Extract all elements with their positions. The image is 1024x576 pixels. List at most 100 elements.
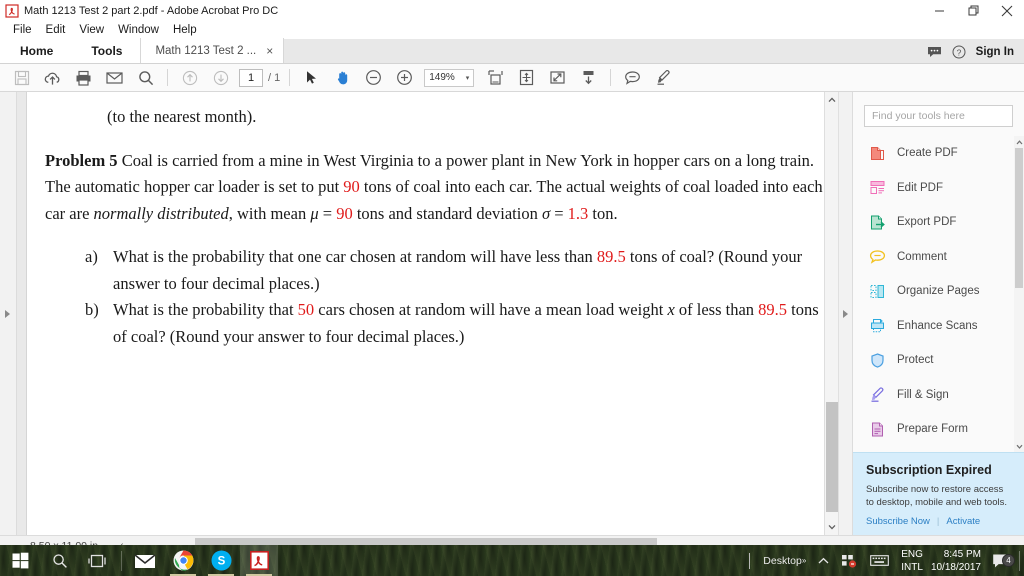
google-chrome-icon[interactable] bbox=[164, 545, 202, 576]
tools-scroll-up-icon[interactable] bbox=[1014, 136, 1024, 148]
fit-page-width-icon[interactable] bbox=[480, 65, 511, 91]
menu-view[interactable]: View bbox=[72, 21, 111, 39]
tools-search-field[interactable] bbox=[864, 105, 1013, 127]
menu-help[interactable]: Help bbox=[166, 21, 204, 39]
restore-button[interactable] bbox=[956, 0, 990, 21]
system-tray: Desktop » ENG INTL 8:45 PM 10/18/2017 4 bbox=[742, 545, 1024, 576]
clock-datetime[interactable]: 8:45 PM 10/18/2017 bbox=[931, 548, 981, 574]
tool-item-protect[interactable]: Protect bbox=[853, 343, 1024, 378]
zoom-out-icon[interactable] bbox=[358, 65, 389, 91]
desktop-peek-button[interactable]: Desktop » bbox=[757, 555, 812, 567]
scroll-up-arrow-icon[interactable] bbox=[825, 93, 839, 107]
print-icon[interactable] bbox=[68, 65, 99, 91]
menu-window[interactable]: Window bbox=[111, 21, 166, 39]
full-screen-icon[interactable] bbox=[542, 65, 573, 91]
close-button[interactable] bbox=[990, 0, 1024, 21]
page-number-input[interactable]: 1 bbox=[239, 68, 263, 87]
action-center-icon[interactable]: 4 bbox=[987, 553, 1017, 569]
tool-label: Fill & Sign bbox=[897, 388, 949, 401]
tab-home[interactable]: Home bbox=[0, 38, 74, 63]
arrow-down-circle-icon[interactable] bbox=[205, 65, 236, 91]
tools-scroll-down-icon[interactable] bbox=[1014, 440, 1024, 452]
menu-file[interactable]: File bbox=[6, 21, 39, 39]
tool-label: Prepare Form bbox=[897, 423, 968, 436]
tool-item-organize-pages[interactable]: Organize Pages bbox=[853, 274, 1024, 309]
tool-item-comment[interactable]: Comment bbox=[853, 240, 1024, 275]
navigation-pane-rail[interactable] bbox=[0, 92, 17, 535]
show-desktop-strip[interactable] bbox=[1019, 550, 1020, 571]
scrollbar-thumb[interactable] bbox=[826, 402, 838, 512]
window-title: Math 1213 Test 2 part 2.pdf - Adobe Acro… bbox=[24, 4, 279, 17]
zoom-level-select[interactable]: 149% ▾ bbox=[424, 68, 475, 87]
tools-search-input[interactable] bbox=[872, 110, 1005, 122]
tool-label: Organize Pages bbox=[897, 285, 980, 298]
clock-and-language[interactable]: ENG INTL 8:45 PM 10/18/2017 bbox=[895, 548, 987, 574]
protect-icon bbox=[869, 352, 886, 369]
pan-and-zoom-icon[interactable] bbox=[511, 65, 542, 91]
question-a-text: What is the probability that one car cho… bbox=[113, 244, 824, 297]
document-scrollbar[interactable] bbox=[824, 92, 838, 535]
tools-panel-scrollbar[interactable] bbox=[1014, 136, 1024, 452]
expand-tools-arrow-icon[interactable] bbox=[843, 309, 848, 318]
qb-text-before: What is the probability that bbox=[113, 300, 298, 319]
document-viewport[interactable]: (to the nearest month). Problem 5 Coal i… bbox=[17, 92, 824, 535]
activate-link[interactable]: Activate bbox=[946, 516, 980, 527]
qb-variable-x: x bbox=[667, 300, 675, 319]
email-icon[interactable] bbox=[99, 65, 130, 91]
tool-item-prepare-form[interactable]: Prepare Form bbox=[853, 412, 1024, 447]
tools-scrollbar-thumb[interactable] bbox=[1015, 148, 1023, 288]
question-a-label: a) bbox=[85, 247, 98, 266]
minimize-button[interactable] bbox=[922, 0, 956, 21]
save-icon[interactable] bbox=[6, 65, 37, 91]
tool-item-edit-pdf[interactable]: Edit PDF bbox=[853, 171, 1024, 206]
tool-item-fill-sign[interactable]: Fill & Sign bbox=[853, 378, 1024, 413]
help-circle-icon[interactable]: ? bbox=[952, 45, 966, 59]
cursor-arrow-icon[interactable] bbox=[296, 65, 327, 91]
windows-taskbar: S Desktop » ENG INTL 8:45 PM 10/18/2017 … bbox=[0, 545, 1024, 576]
acrobat-window: Math 1213 Test 2 part 2.pdf - Adobe Acro… bbox=[0, 0, 1024, 576]
comment-bubble-icon[interactable] bbox=[617, 65, 648, 91]
question-list: a) What is the probability that one car … bbox=[45, 244, 824, 350]
language-indicator[interactable]: ENG INTL bbox=[901, 548, 923, 574]
mail-icon[interactable] bbox=[126, 545, 164, 576]
task-view-icon[interactable] bbox=[79, 545, 117, 576]
highlighter-pen-icon[interactable] bbox=[648, 65, 679, 91]
show-hidden-icons-icon[interactable] bbox=[812, 557, 835, 565]
window-controls bbox=[922, 0, 1024, 21]
tool-item-create-pdf[interactable]: Create PDF bbox=[853, 136, 1024, 171]
windows-start-icon[interactable] bbox=[0, 545, 41, 576]
tab-document[interactable]: Math 1213 Test 2 ... × bbox=[140, 38, 285, 63]
fill-sign-icon bbox=[869, 386, 886, 403]
tool-item-export-pdf[interactable]: Export PDF bbox=[853, 205, 1024, 240]
feedback-chat-icon[interactable] bbox=[927, 46, 942, 58]
taskbar-search-icon[interactable] bbox=[41, 545, 79, 576]
skype-icon[interactable]: S bbox=[202, 545, 240, 576]
scroll-down-arrow-icon[interactable] bbox=[825, 520, 839, 534]
cloud-upload-icon[interactable] bbox=[37, 65, 68, 91]
adobe-acrobat-icon[interactable] bbox=[240, 545, 278, 576]
tool-item-enhance-scans[interactable]: Enhance Scans bbox=[853, 309, 1024, 344]
zoom-in-icon[interactable] bbox=[389, 65, 420, 91]
tools-panel: Create PDF Edit PDF bbox=[852, 92, 1024, 535]
prepare-form-icon bbox=[869, 421, 886, 438]
qb-value: 50 bbox=[297, 300, 315, 319]
menu-edit[interactable]: Edit bbox=[39, 21, 73, 39]
expand-navigation-arrow-icon[interactable] bbox=[5, 309, 10, 318]
hand-tool-icon[interactable] bbox=[327, 65, 358, 91]
search-icon[interactable] bbox=[130, 65, 161, 91]
scrolling-view-icon[interactable] bbox=[573, 65, 604, 91]
tab-strip: Home Tools Math 1213 Test 2 ... × ? Sign… bbox=[0, 38, 1024, 64]
overflow-chevrons-icon: » bbox=[801, 556, 807, 565]
page-navigation: 1 / 1 bbox=[239, 68, 280, 87]
mean-value: 90 bbox=[336, 203, 353, 223]
arrow-up-circle-icon[interactable] bbox=[174, 65, 205, 91]
subscribe-now-link[interactable]: Subscribe Now bbox=[866, 516, 930, 527]
tab-tools[interactable]: Tools bbox=[73, 38, 141, 63]
sign-in-button[interactable]: Sign In bbox=[976, 46, 1014, 58]
tab-close-icon[interactable]: × bbox=[266, 45, 273, 57]
language-line-1: ENG bbox=[901, 548, 923, 560]
tools-panel-collapse-handle[interactable] bbox=[838, 92, 852, 535]
create-pdf-icon bbox=[869, 145, 886, 162]
network-icon[interactable] bbox=[835, 553, 864, 569]
keyboard-layout-icon[interactable] bbox=[864, 554, 895, 567]
